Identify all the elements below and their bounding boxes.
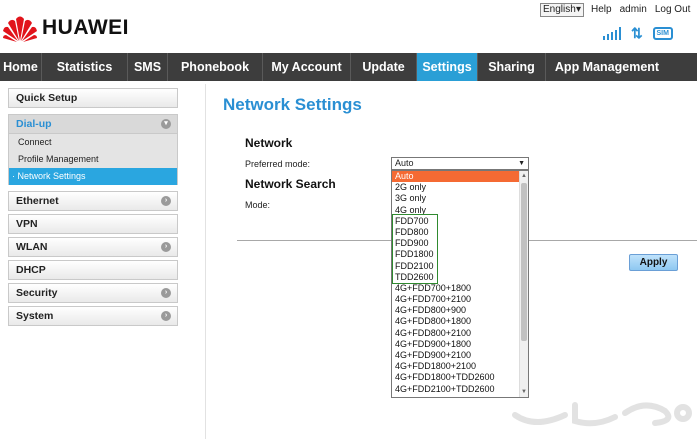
language-select[interactable]: English ▾ <box>540 3 584 17</box>
help-link[interactable]: Help <box>591 4 612 15</box>
scroll-up-icon[interactable]: ▲ <box>521 173 527 179</box>
sidebar-subitem-network-settings[interactable]: · Network Settings <box>9 168 177 185</box>
dropdown-option[interactable]: Auto <box>392 171 520 183</box>
nav-phonebook[interactable]: Phonebook <box>168 53 263 81</box>
sidebar-subitem-connect[interactable]: Connect <box>9 134 177 151</box>
sidebar-item-label: System <box>16 310 54 322</box>
apply-button[interactable]: Apply <box>629 254 678 271</box>
sidebar-item-label: WLAN <box>16 241 48 253</box>
active-marker: · <box>12 171 15 181</box>
nav-sharing[interactable]: Sharing <box>478 53 546 81</box>
dropdown-option[interactable]: 4G+FDD1800+2100 <box>392 361 520 372</box>
dropdown-option[interactable]: 4G+FDD900+1800 <box>392 339 520 350</box>
content-divider <box>205 84 206 439</box>
dropdown-option[interactable]: 4G only <box>392 205 520 216</box>
sidebar-item-wlan[interactable]: WLAN › <box>8 237 178 257</box>
huawei-flower-icon <box>3 16 37 42</box>
chevron-right-icon: › <box>161 311 171 321</box>
sidebar-item-vpn[interactable]: VPN <box>8 214 178 234</box>
dropdown-option[interactable]: TDD2600 <box>392 272 520 283</box>
dropdown-options: Auto 2G only 3G only 4G only FDD700 FDD800 FDD… <box>392 171 520 395</box>
nav-my-account[interactable]: My Account <box>263 53 351 81</box>
settings-sidebar: Quick Setup Dial-up ▾ Connect Profile Ma… <box>8 88 178 329</box>
dropdown-option[interactable]: FDD900 <box>392 238 520 249</box>
preferred-mode-select[interactable]: Auto ▼ <box>391 157 529 170</box>
page-title: Network Settings <box>223 95 362 114</box>
mode-label: Mode: <box>245 200 271 210</box>
user-link[interactable]: admin <box>620 4 647 15</box>
chevron-right-icon: › <box>161 288 171 298</box>
nav-app-management[interactable]: App Management <box>546 53 668 81</box>
sidebar-item-system[interactable]: System › <box>8 306 178 326</box>
sidebar-subitem-profile-management[interactable]: Profile Management <box>9 151 177 168</box>
dropdown-option[interactable]: FDD800 <box>392 227 520 238</box>
sidebar-item-label: Dial-up <box>16 118 52 130</box>
network-search-heading: Network Search <box>245 177 336 191</box>
nav-sms[interactable]: SMS <box>128 53 168 81</box>
main-nav: Home Statistics SMS Phonebook My Account… <box>0 53 697 81</box>
chevron-right-icon: › <box>161 242 171 252</box>
sim-label: SIM <box>656 30 669 37</box>
nav-update[interactable]: Update <box>351 53 417 81</box>
sidebar-item-label: Ethernet <box>16 195 59 207</box>
sim-card-icon: SIM <box>652 27 673 40</box>
dropdown-option[interactable]: 2G only <box>392 182 520 193</box>
dropdown-option[interactable]: 4G+FDD800+900 <box>392 305 520 316</box>
dropdown-option[interactable]: FDD2100 <box>392 261 520 272</box>
dropdown-option[interactable]: 4G+FDD800+2100 <box>392 328 520 339</box>
sidebar-item-security[interactable]: Security › <box>8 283 178 303</box>
sidebar-item-label: VPN <box>16 218 38 230</box>
sidebar-item-dialup[interactable]: Dial-up ▾ <box>8 114 178 134</box>
language-value: English <box>543 4 576 15</box>
sidebar-item-ethernet[interactable]: Ethernet › <box>8 191 178 211</box>
dropdown-scrollbar[interactable]: ▲ ▼ <box>519 171 528 397</box>
scrollbar-thumb[interactable] <box>521 183 527 341</box>
chevron-down-icon: ▾ <box>575 4 581 15</box>
sidebar-item-label: Network Settings <box>17 171 86 181</box>
sidebar-item-label: Security <box>16 287 58 299</box>
sidebar-item-label: Quick Setup <box>16 92 78 104</box>
dropdown-option[interactable]: 4G+FDD700+1800 <box>392 283 520 294</box>
watermark-logo <box>512 402 692 427</box>
preferred-mode-value: Auto <box>395 158 414 168</box>
preferred-mode-dropdown[interactable]: Auto 2G only 3G only 4G only FDD700 FDD800 FDD… <box>391 170 529 398</box>
dropdown-option[interactable]: 4G+FDD900+2100 <box>392 350 520 361</box>
sidebar-item-dhcp[interactable]: DHCP <box>8 260 178 280</box>
data-transfer-arrows-icon: ⇅ <box>631 25 643 41</box>
nav-home[interactable]: Home <box>0 53 42 81</box>
dropdown-option[interactable]: 4G+FDD2100+TDD2600 <box>392 384 520 395</box>
chevron-down-icon: ▾ <box>161 119 171 129</box>
huawei-logo: HUAWEI <box>2 13 129 43</box>
dropdown-option[interactable]: 4G+FDD1800+TDD2600 <box>392 372 520 383</box>
nav-statistics[interactable]: Statistics <box>42 53 128 81</box>
network-heading: Network <box>245 136 293 150</box>
nav-settings[interactable]: Settings <box>417 53 478 81</box>
brand-name: HUAWEI <box>42 16 129 39</box>
dropdown-option[interactable]: 4G+FDD700+2100 <box>392 294 520 305</box>
signal-bars-icon <box>603 27 621 40</box>
sidebar-item-quick-setup[interactable]: Quick Setup <box>8 88 178 108</box>
dropdown-option[interactable]: 4G+FDD800+1800 <box>392 316 520 327</box>
chevron-right-icon: › <box>161 196 171 206</box>
preferred-mode-label: Preferred mode: <box>245 159 311 169</box>
dropdown-option[interactable]: 3G only <box>392 193 520 204</box>
chevron-down-icon: ▼ <box>518 160 525 167</box>
logout-link[interactable]: Log Out <box>655 4 691 15</box>
dropdown-option[interactable]: FDD1800 <box>392 249 520 260</box>
dropdown-option[interactable]: FDD700 <box>392 216 520 227</box>
sidebar-item-label: DHCP <box>16 264 46 276</box>
